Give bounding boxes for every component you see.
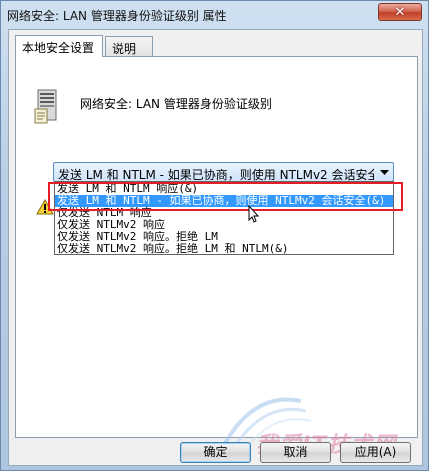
dropdown-option[interactable]: 仅发送 NTLMv2 响应 — [55, 219, 393, 231]
close-icon: ✕ — [394, 4, 406, 20]
properties-dialog: 网络安全: LAN 管理器身份验证级别 属性 ✕ 本地安全设置 说明 网络安全:… — [0, 0, 429, 471]
policy-title: 网络安全: LAN 管理器身份验证级别 — [80, 97, 272, 111]
title-bar[interactable]: 网络安全: LAN 管理器身份验证级别 属性 ✕ — [1, 1, 428, 27]
dropdown-option[interactable]: 仅发送 NTLMv2 响应。拒绝 LM 和 NTLM(&) — [55, 243, 393, 255]
close-button[interactable]: ✕ — [378, 3, 422, 21]
annotation-highlight-box — [48, 182, 403, 211]
mouse-pointer-icon — [248, 205, 260, 223]
dialog-client-area: 本地安全设置 说明 网络安全: LAN 管理器身份验证级别 发送 LM 和 NT… — [8, 29, 423, 466]
dropdown-option[interactable]: 仅发送 NTLMv2 响应。拒绝 LM — [55, 231, 393, 243]
tab-explain[interactable]: 说明 — [105, 36, 153, 56]
tab-panel: 网络安全: LAN 管理器身份验证级别 发送 LM 和 NTLM - 如果已协商… — [15, 56, 418, 438]
chevron-down-icon[interactable] — [378, 166, 390, 178]
tab-local-security-setting[interactable]: 本地安全设置 — [15, 35, 103, 57]
ok-button[interactable]: 确定 — [180, 442, 251, 463]
server-icon — [34, 89, 57, 124]
auth-level-dropdown[interactable]: 发送 LM 和 NTLM - 如果已协商，则使用 NTLMv2 会话安全 — [53, 162, 394, 182]
cancel-button[interactable]: 取消 — [260, 442, 331, 463]
window-title: 网络安全: LAN 管理器身份验证级别 属性 — [7, 9, 227, 23]
apply-button[interactable]: 应用(A) — [340, 442, 411, 463]
